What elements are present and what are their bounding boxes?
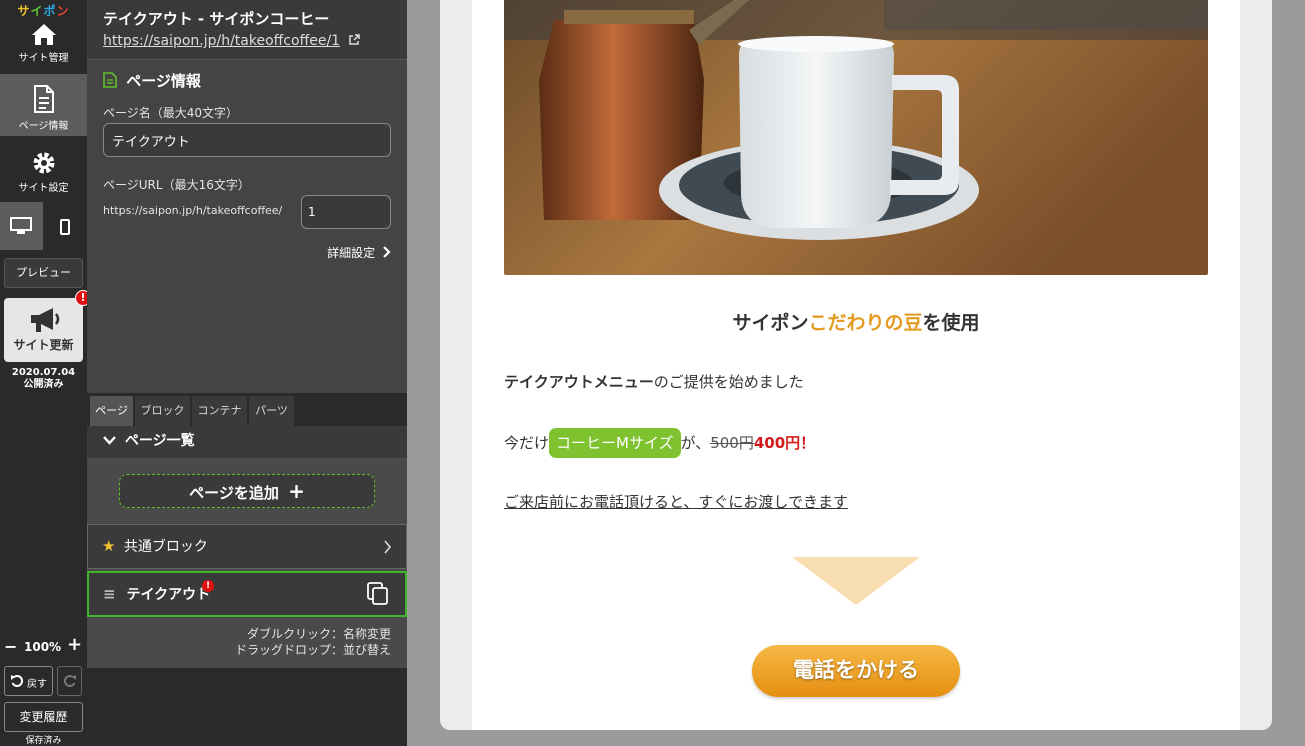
- panel-footer: [87, 668, 407, 746]
- preview-button[interactable]: プレビュー: [4, 258, 83, 288]
- headline[interactable]: サイポンこだわりの豆を使用: [504, 308, 1208, 335]
- chevron-down-icon: [103, 436, 116, 445]
- site-title: テイクアウト - サイポンコーヒー: [103, 10, 330, 28]
- limited-text: 今だけ: [504, 434, 550, 452]
- site-settings-button[interactable]: サイト設定: [0, 140, 87, 198]
- panel-tabs: ページ ブロック コンテナ パーツ: [87, 393, 407, 426]
- common-block-label: 共通ブロック: [123, 539, 208, 555]
- page-url-label: ページURL（最大16文字）: [103, 178, 250, 192]
- plus-icon: +: [288, 479, 305, 503]
- undo-label: 戻す: [27, 679, 47, 690]
- save-status: 保存済み: [25, 736, 62, 746]
- hint-double-click: ダブルクリック：名称変更: [246, 627, 391, 641]
- new-price: 400円！: [753, 434, 816, 452]
- zoom-in-button[interactable]: +: [67, 636, 82, 654]
- hero-image[interactable]: [504, 0, 1208, 275]
- hint-drag-drop: ドラッグドロップ：並び替え: [234, 643, 391, 657]
- site-admin-button[interactable]: サイト管理: [0, 22, 87, 72]
- page-icon: [103, 72, 117, 88]
- text-line-price[interactable]: 今だけ コーヒーMサイズ が、500円400円！: [504, 428, 815, 460]
- menu-bold-text: テイクアウトメニュー: [504, 373, 654, 391]
- redo-icon: [63, 674, 76, 687]
- page-list-header[interactable]: ページ一覧: [87, 426, 407, 458]
- megaphone-icon: [30, 308, 59, 332]
- zoom-control: − 100% +: [0, 636, 87, 658]
- external-link-icon[interactable]: [348, 34, 360, 46]
- smartphone-icon: [60, 219, 70, 235]
- tab-container[interactable]: コンテナ: [192, 396, 247, 426]
- drag-handle-icon[interactable]: ≡: [103, 585, 116, 603]
- add-page-button[interactable]: ページを追加 +: [119, 474, 375, 508]
- change-history-button[interactable]: 変更履歴: [4, 702, 83, 732]
- connector-text: が、: [680, 434, 711, 452]
- panel-header: テイクアウト - サイポンコーヒー https://saipon.jp/h/ta…: [87, 0, 407, 60]
- page-info-label: ページ情報: [18, 121, 69, 132]
- chevron-right-icon: [384, 540, 392, 554]
- site-settings-label: サイト設定: [18, 183, 69, 194]
- detail-settings-label: 詳細設定: [327, 246, 376, 260]
- common-block-item[interactable]: ★ 共通ブロック: [87, 524, 407, 569]
- old-price: 500円: [710, 434, 754, 452]
- site-update-label: サイト更新: [13, 338, 74, 352]
- left-rail: サイポン サイト管理 ページ情報 サイト設定 プレビュー サイト更新 ! 202…: [0, 0, 91, 746]
- detail-settings-link[interactable]: 詳細設定: [327, 244, 391, 261]
- redo-button[interactable]: [57, 666, 82, 696]
- url-prefix: https://saipon.jp/h/takeoffcoffee/: [103, 204, 283, 217]
- alert-badge: !: [202, 580, 214, 592]
- section-title: ページ情報: [103, 70, 201, 91]
- add-page-label: ページを追加: [189, 484, 279, 502]
- call-button[interactable]: 電話をかける: [752, 645, 960, 697]
- copy-icon[interactable]: [367, 582, 389, 606]
- device-switcher: [0, 202, 87, 250]
- text-line-menu[interactable]: テイクアウトメニューのご提供を始めました: [504, 371, 804, 392]
- section-title-text: ページ情報: [126, 72, 201, 90]
- page-list: ページを追加 + ★ 共通ブロック ≡ テイクアウト ! ダブルクリック：名称変…: [87, 458, 407, 668]
- page-list-title: ページ一覧: [124, 433, 195, 449]
- publish-date: 2020.07.04: [11, 367, 76, 378]
- headline-accent: こだわりの豆: [808, 312, 923, 334]
- page-name-label: ページ名（最大40文字）: [103, 106, 239, 120]
- page-info-button[interactable]: ページ情報: [0, 74, 87, 136]
- site-url-link[interactable]: https://saipon.jp/h/takeoffcoffee/1: [103, 33, 340, 49]
- zoom-level: 100%: [24, 640, 62, 654]
- desktop-view-button[interactable]: [0, 202, 43, 250]
- app-logo: サイポン: [17, 4, 70, 18]
- tab-block[interactable]: ブロック: [135, 396, 190, 426]
- page-item-takeout[interactable]: ≡ テイクアウト !: [87, 571, 407, 617]
- undo-button[interactable]: 戻す: [4, 666, 53, 696]
- undo-icon: [11, 674, 24, 687]
- page-name-field[interactable]: [103, 123, 391, 157]
- text-line-call-notice[interactable]: ご来店前にお電話頂けると、すぐにお渡しできます: [504, 491, 848, 512]
- document-icon: [33, 85, 54, 113]
- headline-suffix: を使用: [922, 312, 980, 334]
- chevron-right-icon: [383, 246, 391, 258]
- headline-prefix: サイポン: [732, 312, 809, 334]
- page-item-label: テイクアウト: [126, 587, 211, 603]
- gear-icon: [33, 152, 54, 174]
- down-arrow-shape: [792, 557, 920, 605]
- page-url-field[interactable]: [301, 195, 391, 229]
- side-panel: テイクアウト - サイポンコーヒー https://saipon.jp/h/ta…: [87, 0, 407, 746]
- publish-status: 公開済み: [23, 379, 64, 390]
- mobile-view-button[interactable]: [44, 202, 87, 250]
- site-update-button[interactable]: サイト更新: [4, 298, 83, 362]
- last-published: 2020.07.04 公開済み: [0, 367, 87, 391]
- product-pill: コーヒーMサイズ: [549, 428, 681, 458]
- zoom-out-button[interactable]: −: [4, 638, 17, 656]
- site-admin-label: サイト管理: [18, 53, 69, 64]
- coffee-photo: [504, 0, 1208, 275]
- monitor-icon: [10, 217, 32, 234]
- preview-canvas: サイポンこだわりの豆を使用 テイクアウトメニューのご提供を始めました 今だけ コー…: [407, 0, 1305, 746]
- menu-rest-text: のご提供を始めました: [653, 373, 804, 391]
- tab-page[interactable]: ページ: [90, 396, 133, 426]
- star-icon: ★: [102, 537, 116, 555]
- tab-parts[interactable]: パーツ: [249, 396, 294, 426]
- home-icon: [31, 24, 56, 45]
- page-list-hints: ダブルクリック：名称変更 ドラッグドロップ：並び替え: [235, 626, 391, 658]
